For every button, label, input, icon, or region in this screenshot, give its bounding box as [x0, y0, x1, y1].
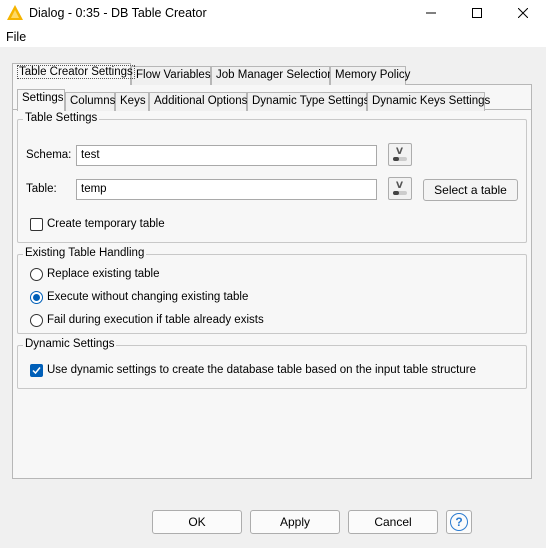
schema-input[interactable]: test	[76, 145, 377, 166]
table-settings-legend: Table Settings	[23, 112, 100, 124]
tab-label: Table Creator Settings	[17, 65, 135, 79]
radio-label: Execute without changing existing table	[47, 291, 249, 303]
help-icon: ?	[450, 513, 468, 531]
create-temporary-table-checkbox[interactable]	[30, 218, 43, 231]
menu-bar: File	[0, 26, 546, 47]
radio-label: Replace existing table	[47, 268, 160, 280]
checkmark-icon	[32, 367, 41, 375]
help-button[interactable]: ?	[446, 510, 472, 534]
table-label: Table:	[26, 183, 57, 195]
knime-node-icon	[7, 5, 23, 20]
title-bar: Dialog - 0:35 - DB Table Creator	[0, 0, 546, 26]
tab-label: Settings	[22, 92, 64, 104]
tab-label: Keys	[120, 95, 146, 107]
flow-variable-icon: V	[393, 181, 407, 195]
minimize-button[interactable]	[408, 0, 454, 26]
select-table-button[interactable]: Select a table	[423, 179, 518, 201]
schema-label: Schema:	[26, 149, 72, 161]
tab-keys[interactable]: Keys	[115, 92, 149, 111]
tab-label: Flow Variables	[136, 69, 211, 81]
tab-table-creator-settings[interactable]: Table Creator Settings	[12, 63, 135, 85]
tab-additional-options[interactable]: Additional Options	[149, 92, 247, 111]
tab-label: Job Manager Selection	[216, 69, 334, 81]
radio-execute-without-changing[interactable]	[30, 291, 43, 304]
tab-flow-variables[interactable]: Flow Variables	[131, 66, 211, 85]
svg-text:V: V	[396, 147, 403, 157]
flow-variable-icon: V	[393, 147, 407, 161]
tab-dynamic-type-settings[interactable]: Dynamic Type Settings	[247, 92, 370, 111]
close-icon	[518, 8, 528, 18]
use-dynamic-settings-checkbox[interactable]	[30, 364, 43, 377]
tab-settings[interactable]: Settings	[17, 89, 65, 111]
menu-file[interactable]: File	[6, 30, 26, 44]
tab-dynamic-keys-settings[interactable]: Dynamic Keys Settings	[367, 92, 490, 111]
schema-flow-variable-button[interactable]: V	[388, 143, 412, 166]
maximize-button[interactable]	[454, 0, 500, 26]
radio-label: Fail during execution if table already e…	[47, 314, 264, 326]
cancel-button[interactable]: Cancel	[348, 510, 438, 534]
tab-label: Dynamic Keys Settings	[372, 95, 491, 107]
tab-job-manager-selection[interactable]: Job Manager Selection	[211, 66, 334, 85]
close-button[interactable]	[500, 0, 546, 26]
maximize-icon	[472, 8, 482, 18]
existing-table-handling-legend: Existing Table Handling	[23, 247, 147, 259]
use-dynamic-settings-label: Use dynamic settings to create the datab…	[47, 364, 476, 376]
minimize-icon	[426, 12, 436, 14]
dynamic-settings-legend: Dynamic Settings	[23, 338, 117, 350]
table-flow-variable-button[interactable]: V	[388, 177, 412, 200]
tab-label: Memory Policy	[335, 69, 411, 81]
tab-memory-policy[interactable]: Memory Policy	[330, 66, 410, 85]
radio-fail-during-execution[interactable]	[30, 314, 43, 327]
apply-button[interactable]: Apply	[250, 510, 340, 534]
create-temporary-table-label: Create temporary table	[47, 218, 165, 230]
tab-label: Dynamic Type Settings	[252, 95, 370, 107]
table-input[interactable]: temp	[76, 179, 377, 200]
ok-button[interactable]: OK	[152, 510, 242, 534]
svg-text:V: V	[396, 181, 403, 191]
tab-label: Additional Options	[154, 95, 248, 107]
radio-replace-existing-table[interactable]	[30, 268, 43, 281]
window-title: Dialog - 0:35 - DB Table Creator	[29, 6, 207, 20]
tab-label: Columns	[70, 95, 116, 107]
tab-columns[interactable]: Columns	[65, 92, 115, 111]
